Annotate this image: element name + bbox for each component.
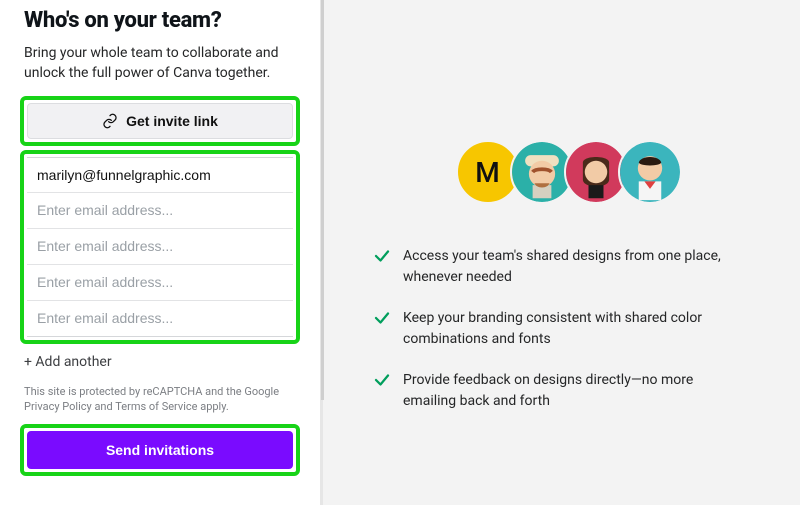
email-input-group [24, 154, 296, 340]
left-panel: Who's on your team? Bring your whole tea… [0, 0, 320, 505]
get-invite-link-button[interactable]: Get invite link [27, 103, 293, 139]
email-field-2[interactable] [27, 193, 293, 229]
get-invite-link-label: Get invite link [126, 113, 218, 129]
page-heading: Who's on your team? [24, 8, 296, 33]
benefit-item-1: Access your team's shared designs from o… [373, 246, 743, 288]
check-icon [373, 247, 391, 265]
invite-link-highlight: Get invite link [24, 100, 296, 142]
send-invitations-highlight: Send invitations [24, 428, 296, 472]
benefit-item-3: Provide feedback on designs directly—no … [373, 370, 743, 412]
check-icon [373, 309, 391, 327]
email-field-5[interactable] [27, 301, 293, 337]
benefit-text: Keep your branding consistent with share… [403, 308, 743, 350]
onboarding-team-invite-screen: Who's on your team? Bring your whole tea… [0, 0, 800, 505]
avatar-teammate-3 [618, 140, 682, 204]
email-field-3[interactable] [27, 229, 293, 265]
add-another-button[interactable]: + Add another [24, 354, 112, 370]
email-field-4[interactable] [27, 265, 293, 301]
benefit-text: Access your team's shared designs from o… [403, 246, 743, 288]
benefit-text: Provide feedback on designs directly—no … [403, 370, 743, 412]
send-invitations-button[interactable]: Send invitations [27, 431, 293, 469]
right-panel: M Access your team's shared designs from… [320, 0, 800, 505]
link-icon [102, 113, 118, 129]
team-avatars: M [373, 140, 764, 204]
benefit-item-2: Keep your branding consistent with share… [373, 308, 743, 350]
email-field-1[interactable] [27, 157, 293, 193]
legal-text: This site is protected by reCAPTCHA and … [24, 384, 284, 415]
page-subheading: Bring your whole team to collaborate and… [24, 43, 294, 84]
benefits-list: Access your team's shared designs from o… [373, 246, 764, 412]
scrollbar-track[interactable] [321, 0, 324, 400]
check-icon [373, 371, 391, 389]
